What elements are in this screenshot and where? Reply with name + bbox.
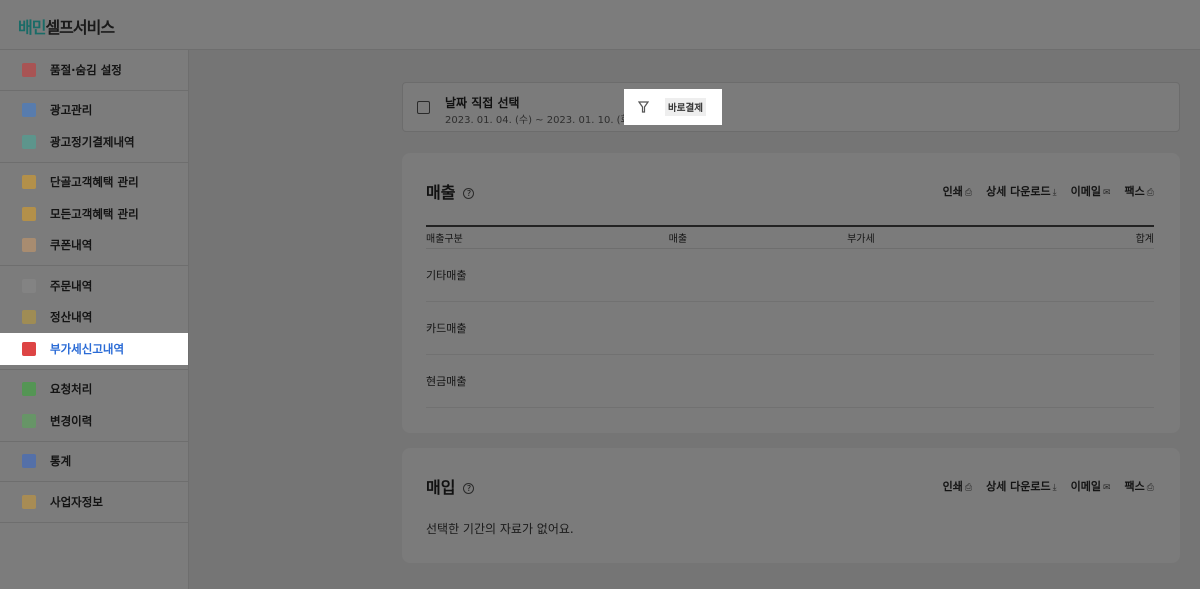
email-button[interactable]: 이메일 ✉ bbox=[1071, 183, 1111, 199]
sales-card: 매출? 인쇄 ⎙ 상세 다운로드 ⤓ 이메일 ✉ 팩스 ⎙ 매출구분 매출 부가세 합계 기타… bbox=[402, 153, 1180, 433]
sidebar-item-label: 통계 bbox=[50, 454, 72, 469]
help-icon[interactable]: ? bbox=[463, 483, 475, 494]
sidebar-item[interactable]: 쿠폰내역 bbox=[0, 230, 188, 262]
print-button[interactable]: 인쇄 ⎙ bbox=[943, 183, 972, 199]
sidebar-group: 통계 bbox=[0, 442, 188, 482]
date-title: 날짜 직접 선택 bbox=[445, 96, 520, 110]
chart-icon bbox=[22, 454, 36, 469]
top-bar: 배민셀프서비스 bbox=[0, 0, 1200, 50]
sidebar-item-label: 부가세신고내역 bbox=[50, 341, 125, 356]
sidebar-group: 주문내역정산내역부가세신고내역 bbox=[0, 266, 188, 370]
tax-report-icon bbox=[22, 341, 36, 356]
mail-icon: ✉ bbox=[1103, 188, 1111, 198]
sidebar-item-label: 정산내역 bbox=[50, 310, 93, 325]
logo[interactable]: 배민셀프서비스 bbox=[18, 14, 115, 38]
date-range-selector[interactable]: 날짜 직접 선택 2023. 01. 04. (수) ~ 2023. 01. 1… bbox=[402, 82, 1180, 132]
mail-icon: ✉ bbox=[1103, 483, 1111, 493]
receipt-icon bbox=[22, 238, 36, 253]
sidebar-item[interactable]: 주문내역 bbox=[0, 270, 188, 302]
sidebar-item-label: 요청처리 bbox=[50, 382, 93, 397]
table-row: 기타매출 bbox=[426, 248, 1154, 302]
download-button[interactable]: 상세 다운로드 ⤓ bbox=[986, 183, 1057, 199]
sidebar-item[interactable]: 통계 bbox=[0, 446, 188, 478]
sidebar-item[interactable]: 광고정기결제내역 bbox=[0, 126, 188, 158]
sidebar-item-label: 모든고객혜택 관리 bbox=[50, 206, 139, 221]
sidebar-item[interactable]: 광고관리 bbox=[0, 95, 188, 127]
sales-title: 매출? bbox=[426, 179, 475, 203]
sidebar-item[interactable]: 단골고객혜택 관리 bbox=[0, 167, 188, 199]
sidebar-group: 품절·숨김 설정 bbox=[0, 50, 188, 91]
sidebar-item-label: 품절·숨김 설정 bbox=[50, 62, 122, 77]
purchase-title: 매입? bbox=[426, 474, 475, 498]
fax-button[interactable]: 팩스 ⎙ bbox=[1125, 478, 1154, 494]
sidebar-item-label: 단골고객혜택 관리 bbox=[50, 175, 139, 190]
filter-chip: 바로결제 bbox=[665, 98, 706, 116]
print-icon: ⎙ bbox=[964, 188, 973, 198]
sidebar-item-label: 변경이력 bbox=[50, 413, 93, 428]
sales-actions: 인쇄 ⎙ 상세 다운로드 ⤓ 이메일 ✉ 팩스 ⎙ bbox=[943, 183, 1154, 199]
filter-button[interactable]: 바로결제 bbox=[624, 89, 722, 125]
sidebar-group: 요청처리변경이력 bbox=[0, 370, 188, 442]
sidebar-item-label: 주문내역 bbox=[50, 278, 93, 293]
print-button[interactable]: 인쇄 ⎙ bbox=[943, 478, 972, 494]
flag-icon bbox=[22, 103, 36, 118]
filter-icon bbox=[638, 101, 649, 113]
sidebar-item[interactable]: 요청처리 bbox=[0, 374, 188, 406]
calendar-check-icon bbox=[22, 134, 36, 149]
download-icon: ⤓ bbox=[1052, 483, 1057, 493]
calendar-icon bbox=[417, 101, 430, 114]
sidebar-group: 사업자정보 bbox=[0, 482, 188, 523]
coupon-icon bbox=[22, 175, 36, 190]
table-row: 카드매출 bbox=[426, 301, 1154, 355]
sidebar: 품절·숨김 설정광고관리광고정기결제내역단골고객혜택 관리모든고객혜택 관리쿠폰… bbox=[0, 50, 189, 589]
history-icon bbox=[22, 413, 36, 428]
sidebar-item[interactable]: 부가세신고내역 bbox=[0, 333, 188, 365]
print-icon: ⎙ bbox=[964, 483, 973, 493]
order-icon bbox=[22, 278, 36, 293]
sidebar-item-label: 쿠폰내역 bbox=[50, 238, 93, 253]
download-button[interactable]: 상세 다운로드 ⤓ bbox=[986, 478, 1057, 494]
empty-message: 선택한 기간의 자료가 없어요. bbox=[426, 522, 574, 536]
soldout-icon bbox=[22, 62, 36, 77]
sidebar-item[interactable]: 모든고객혜택 관리 bbox=[0, 198, 188, 230]
sidebar-item-label: 광고정기결제내역 bbox=[50, 134, 135, 149]
sidebar-item[interactable]: 정산내역 bbox=[0, 302, 188, 334]
download-icon: ⤓ bbox=[1052, 188, 1057, 198]
sidebar-group: 광고관리광고정기결제내역 bbox=[0, 91, 188, 163]
fax-button[interactable]: 팩스 ⎙ bbox=[1125, 183, 1154, 199]
coupon-icon bbox=[22, 206, 36, 221]
sidebar-item[interactable]: 변경이력 bbox=[0, 405, 188, 437]
purchase-actions: 인쇄 ⎙ 상세 다운로드 ⤓ 이메일 ✉ 팩스 ⎙ bbox=[943, 478, 1154, 494]
sidebar-group: 단골고객혜택 관리모든고객혜택 관리쿠폰내역 bbox=[0, 163, 188, 266]
sidebar-item-label: 광고관리 bbox=[50, 103, 93, 118]
email-button[interactable]: 이메일 ✉ bbox=[1071, 478, 1111, 494]
business-icon bbox=[22, 494, 36, 509]
sales-table: 매출구분 매출 부가세 합계 기타매출 카드매출 현금매출 bbox=[426, 225, 1154, 408]
fax-icon: ⎙ bbox=[1146, 188, 1154, 198]
sidebar-item-label: 사업자정보 bbox=[50, 494, 103, 509]
purchase-card: 매입? 인쇄 ⎙ 상세 다운로드 ⤓ 이메일 ✉ 팩스 ⎙ 선택한 기간의 자료가 없어… bbox=[402, 448, 1180, 563]
check-icon bbox=[22, 382, 36, 397]
date-range: 2023. 01. 04. (수) ~ 2023. 01. 10. (화) bbox=[445, 115, 634, 126]
table-row: 현금매출 bbox=[426, 354, 1154, 408]
settlement-icon bbox=[22, 310, 36, 325]
sidebar-item[interactable]: 품절·숨김 설정 bbox=[0, 54, 188, 86]
fax-icon: ⎙ bbox=[1146, 483, 1154, 493]
sidebar-item[interactable]: 사업자정보 bbox=[0, 486, 188, 518]
help-icon[interactable]: ? bbox=[463, 188, 475, 199]
